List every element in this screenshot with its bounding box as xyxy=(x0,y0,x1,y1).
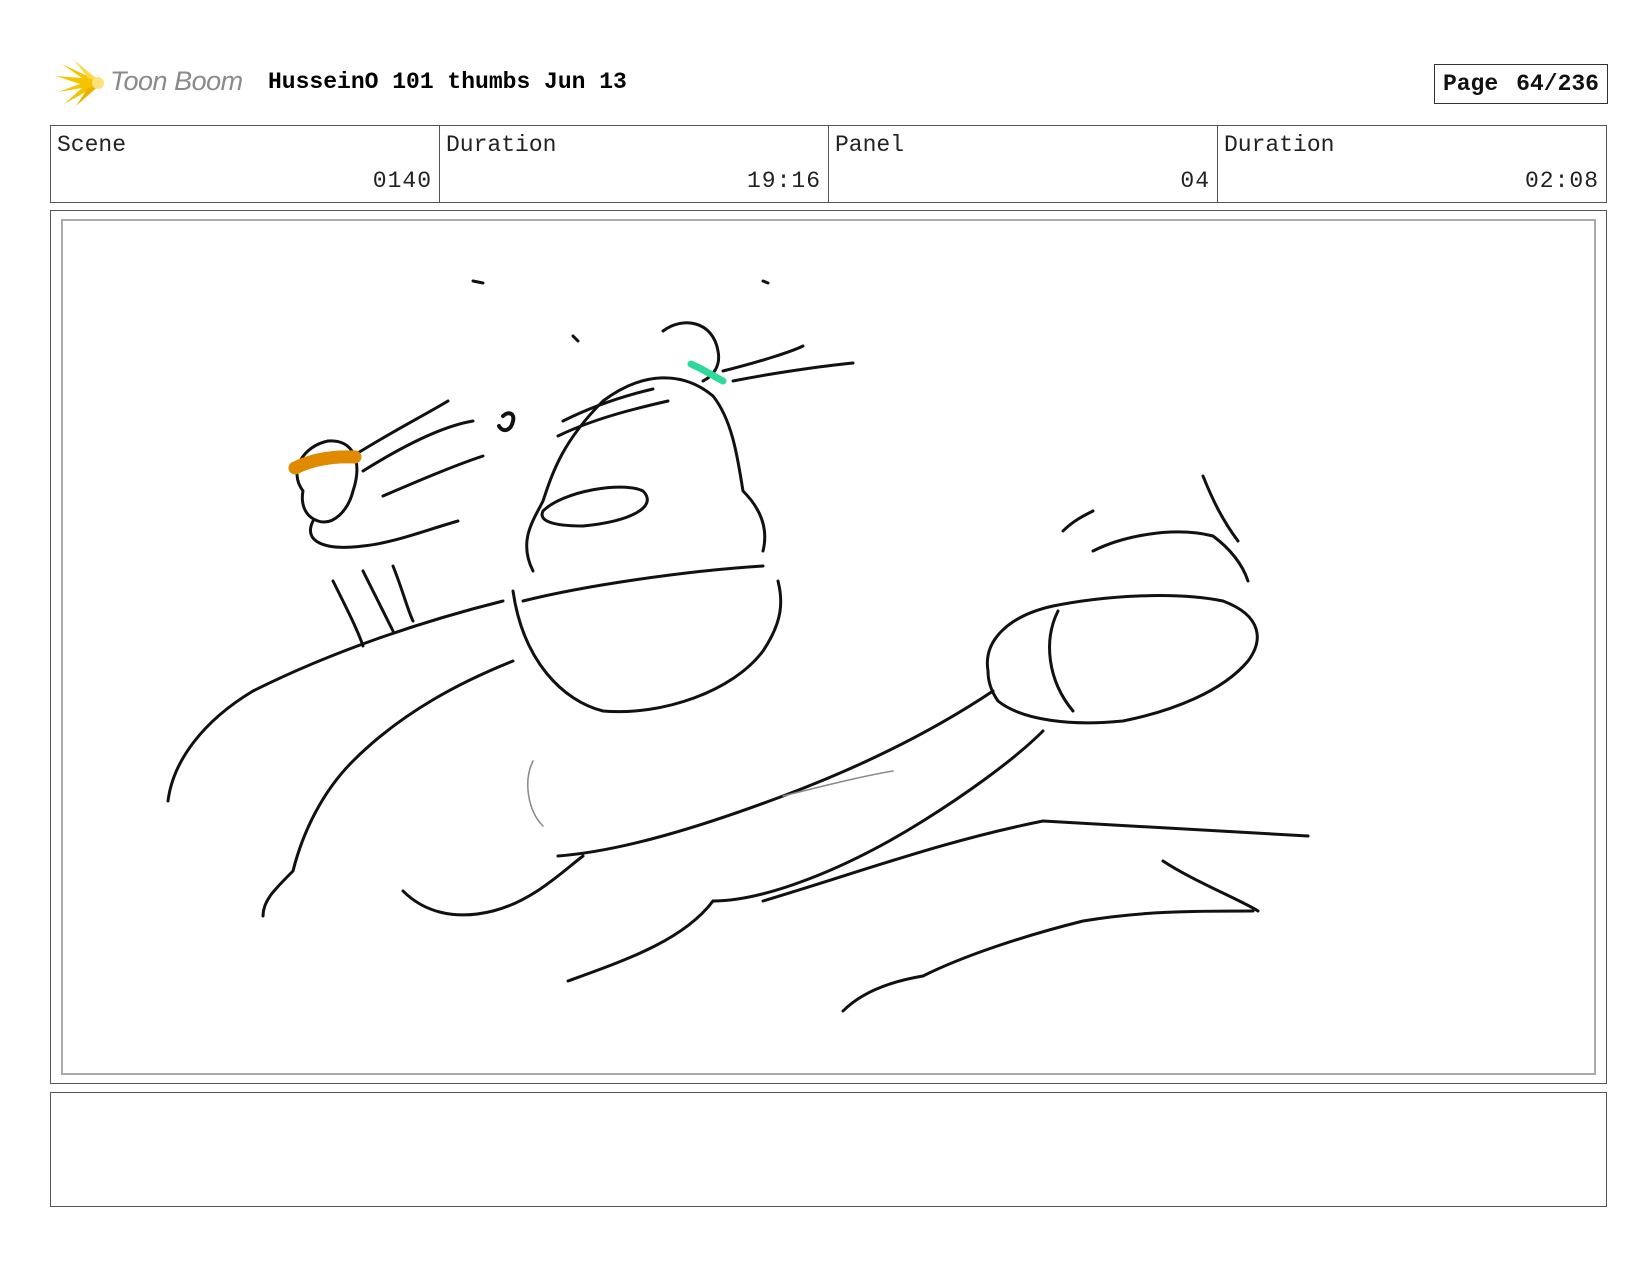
panel-duration-label: Duration xyxy=(1224,132,1335,158)
scene-duration-value: 19:16 xyxy=(746,168,821,194)
scene-cell: Scene 0140 xyxy=(51,126,440,202)
sketch-fist-lines xyxy=(1061,474,1240,543)
page-header: Toon Boom HusseinO 101 thumbs Jun 13 Pag… xyxy=(50,58,1608,108)
storyboard-panel xyxy=(50,210,1607,1084)
scene-info-table: Scene 0140 Duration 19:16 Panel 04 Durat… xyxy=(50,125,1607,203)
sketch-jaw xyxy=(511,564,783,714)
toon-boom-logo: Toon Boom xyxy=(54,58,254,108)
scene-value: 0140 xyxy=(372,168,432,194)
sketch-brow xyxy=(556,387,670,438)
character-sketch-icon xyxy=(166,279,1310,1013)
sketch-right-fist xyxy=(985,594,1259,725)
sketch-torso-bottom xyxy=(401,854,585,917)
sketch-torso-left xyxy=(261,659,515,918)
sketch-fist-fingers xyxy=(351,399,485,498)
panel-duration-cell: Duration 02:08 xyxy=(1218,126,1606,202)
scene-duration-cell: Duration 19:16 xyxy=(440,126,829,202)
sketch-lower-body xyxy=(566,899,1255,1013)
sketch-left-arm xyxy=(166,599,505,803)
sketch-sleeve xyxy=(331,564,415,648)
logo-text: Toon Boom xyxy=(110,66,243,96)
sketch-eye xyxy=(540,485,649,528)
panel-duration-value: 02:08 xyxy=(1524,168,1599,194)
panel-value: 04 xyxy=(1180,168,1210,194)
page-number: 64/236 xyxy=(1516,71,1599,97)
starburst-icon xyxy=(56,60,104,106)
page-label: Page xyxy=(1442,71,1499,97)
panel-cell: Panel 04 xyxy=(829,126,1218,202)
panel-frame xyxy=(61,219,1596,1075)
scene-label: Scene xyxy=(57,132,127,158)
sketch-orange-accent xyxy=(288,450,362,475)
sketch-wrist xyxy=(309,519,460,549)
sketch-right-arm-top xyxy=(556,689,995,858)
sketch-antenna xyxy=(721,344,855,383)
project-title: HusseinO 101 thumbs Jun 13 xyxy=(268,69,627,95)
sketch-right-body xyxy=(761,819,1310,913)
notes-area xyxy=(50,1092,1607,1207)
sketch-fist-knuckles xyxy=(1048,530,1250,713)
page-indicator: Page 64/236 xyxy=(1433,64,1608,104)
scene-duration-label: Duration xyxy=(446,132,557,158)
panel-label: Panel xyxy=(835,132,905,158)
